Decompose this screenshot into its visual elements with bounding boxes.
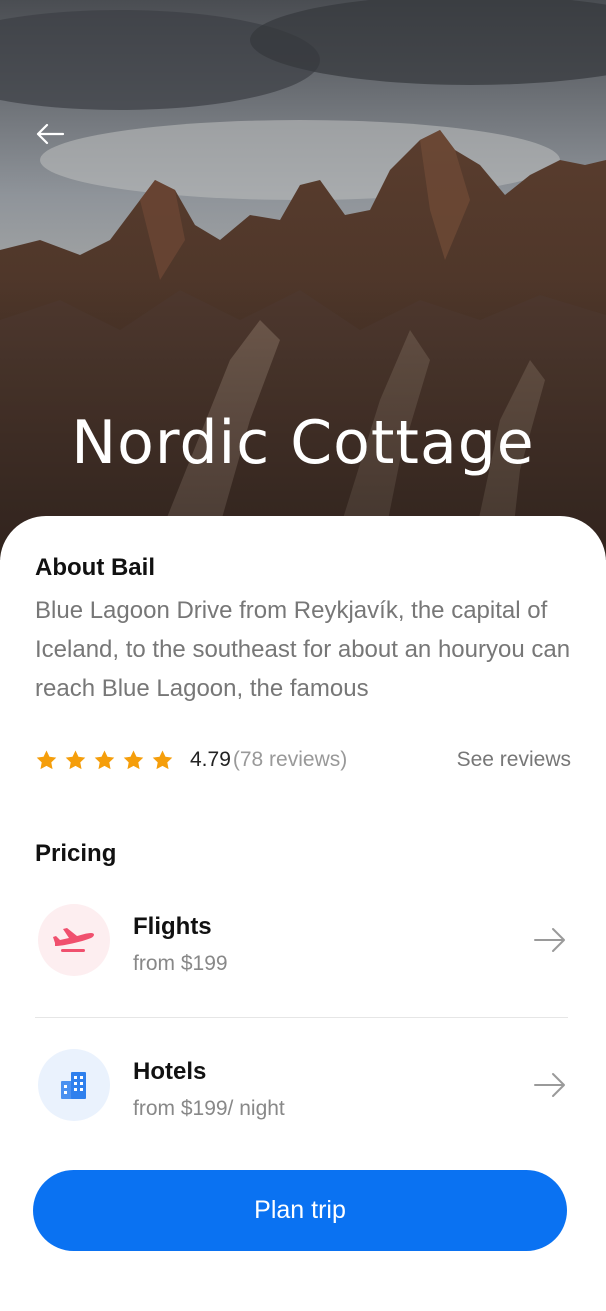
star-icon xyxy=(65,749,86,769)
arrow-right-icon xyxy=(534,1073,565,1097)
review-count: (78 reviews) xyxy=(232,748,348,771)
hero-image: Nordic Cottage xyxy=(0,0,606,560)
arrow-left-icon xyxy=(36,123,65,145)
arrow-right-icon xyxy=(534,928,565,952)
flights-icon-badge xyxy=(38,904,110,976)
place-title: Nordic Cottage xyxy=(71,408,535,478)
pricing-heading: Pricing xyxy=(35,840,117,867)
flights-title: Flights xyxy=(133,913,212,940)
rating-row: 4.79 (78 reviews) xyxy=(35,746,347,774)
back-button[interactable] xyxy=(30,114,70,154)
star-icon xyxy=(152,749,173,769)
about-description: Blue Lagoon Drive from Reykjavík, the ca… xyxy=(35,597,571,702)
flights-pricing-item[interactable]: Flights from $199 xyxy=(35,901,568,991)
hotels-icon-badge xyxy=(38,1049,110,1121)
hotel-building-icon xyxy=(61,1072,86,1099)
star-icon xyxy=(36,749,57,769)
flights-price: from $199 xyxy=(133,952,228,975)
rating-score: 4.79 xyxy=(190,748,231,771)
about-heading: About Bail xyxy=(35,554,155,581)
hotels-pricing-item[interactable]: Hotels from $199/ night xyxy=(35,1046,568,1136)
star-icon xyxy=(123,749,144,769)
hotels-title: Hotels xyxy=(133,1058,207,1085)
see-reviews-link[interactable]: See reviews xyxy=(457,746,571,774)
details-sheet: About Bail Blue Lagoon Drive from Reykja… xyxy=(0,516,606,1311)
star-icon xyxy=(94,749,115,769)
divider xyxy=(35,1017,568,1018)
airplane-icon xyxy=(53,928,94,952)
plan-trip-button[interactable]: Plan trip xyxy=(33,1170,567,1251)
hotels-price: from $199/ night xyxy=(133,1097,285,1120)
